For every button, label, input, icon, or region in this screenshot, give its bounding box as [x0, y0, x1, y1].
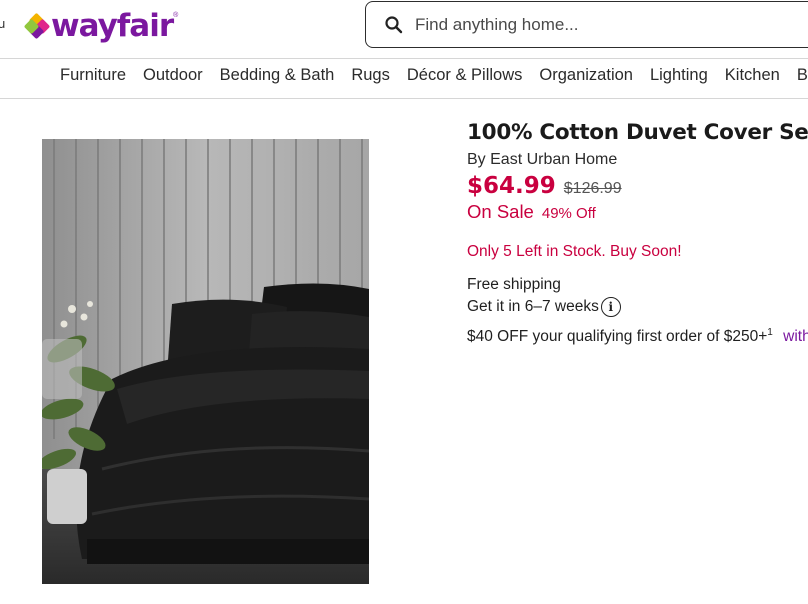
sale-label: On Sale	[467, 201, 534, 222]
product-image[interactable]	[42, 139, 369, 584]
sale-row: On Sale 49% Off	[467, 201, 808, 223]
promo-link[interactable]: with	[783, 328, 808, 345]
info-icon[interactable]: i	[600, 297, 621, 317]
sale-price: $64.99	[467, 173, 556, 199]
discount-badge: 49% Off	[541, 205, 596, 222]
nav-divider	[0, 98, 808, 99]
nav-item-bedding-bath[interactable]: Bedding & Bath	[220, 66, 335, 85]
delivery-estimate-text: Get it in 6–7 weeks	[467, 298, 599, 315]
promo-offer: $40 OFF your qualifying first order of $…	[467, 327, 808, 346]
header-divider	[0, 58, 808, 59]
shipping-text: Free shipping	[467, 276, 561, 293]
nav-item-furniture[interactable]: Furniture	[60, 66, 126, 85]
stock-warning: Only 5 Left in Stock. Buy Soon!	[467, 243, 682, 260]
search-bar[interactable]	[365, 1, 808, 48]
nav-item-lighting[interactable]: Lighting	[650, 66, 708, 85]
menu-stub[interactable]: u	[0, 16, 5, 31]
logo-text: wayfair	[51, 8, 174, 44]
promo-text: $40 OFF your qualifying first order of $…	[467, 328, 768, 346]
nav-item-decor-pillows[interactable]: Décor & Pillows	[407, 66, 523, 85]
duvet-photo	[42, 139, 369, 584]
nav-item-organization[interactable]: Organization	[539, 66, 633, 85]
product-info: 100% Cotton Duvet Cover Set By East Urba…	[467, 120, 808, 346]
wayfair-logo[interactable]: wayfair ®	[23, 6, 179, 46]
promo-footnote: 1	[767, 327, 773, 338]
price-row: $64.99 $126.99	[467, 173, 808, 199]
logo-mark-icon	[23, 12, 51, 40]
delivery-estimate: Get it in 6–7 weeks i	[467, 297, 808, 317]
search-input[interactable]	[415, 14, 775, 35]
nav-item-kitchen[interactable]: Kitchen	[725, 66, 780, 85]
nav-item-rugs[interactable]: Rugs	[351, 66, 390, 85]
search-icon	[385, 15, 403, 33]
category-nav: Furniture Outdoor Bedding & Bath Rugs Dé…	[60, 66, 808, 85]
original-price: $126.99	[563, 180, 622, 197]
logo-registered-mark: ®	[173, 12, 179, 19]
nav-item-baby[interactable]: Baby	[797, 66, 808, 85]
nav-item-outdoor[interactable]: Outdoor	[143, 66, 203, 85]
product-brand[interactable]: By East Urban Home	[467, 151, 808, 169]
product-title: 100% Cotton Duvet Cover Set	[467, 120, 808, 145]
